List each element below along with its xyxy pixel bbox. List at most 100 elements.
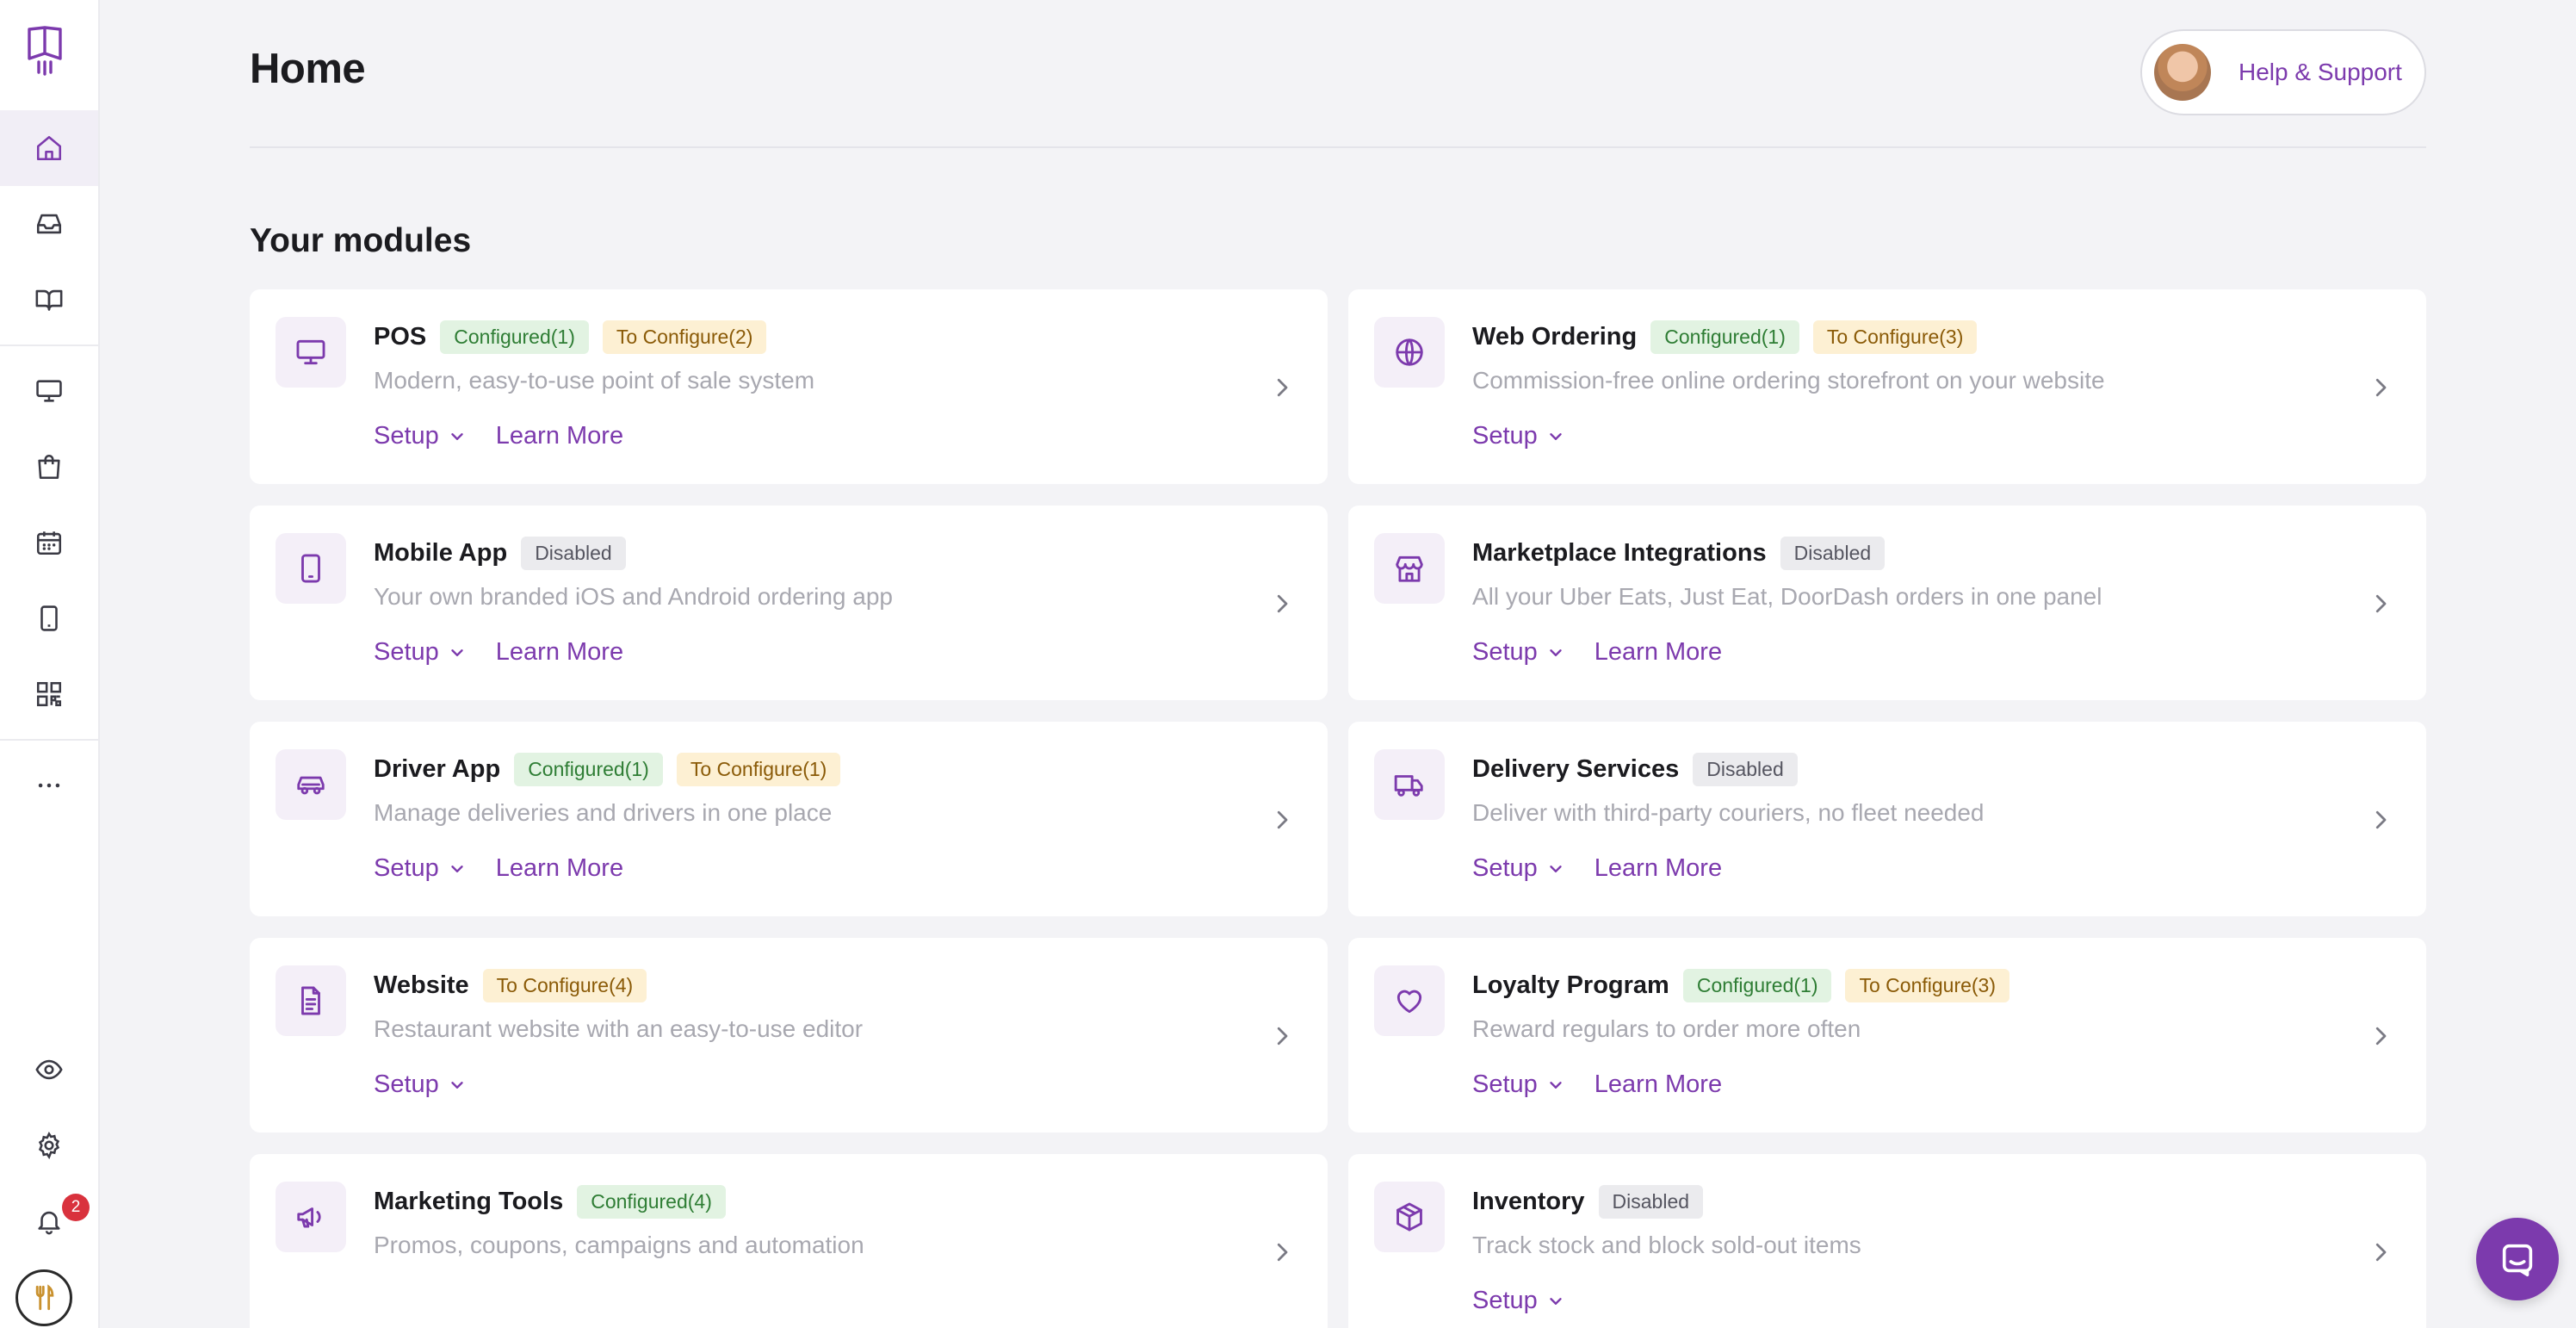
home-icon <box>36 135 62 161</box>
sidebar-item-menu[interactable] <box>0 262 98 338</box>
inbox-icon <box>36 214 62 234</box>
setup-label: Setup <box>1472 1287 1538 1314</box>
to-configure-badge: To Configure(1) <box>676 752 841 786</box>
configured-badge: Configured(1) <box>1650 320 1799 354</box>
chevron-right-icon[interactable] <box>1269 372 1295 403</box>
calendar-icon <box>36 531 62 555</box>
sidebar-item-orders[interactable] <box>0 429 98 505</box>
configured-badge: Configured(1) <box>1682 968 1832 1002</box>
truck-icon <box>1394 775 1423 797</box>
module-description: All your Uber Eats, Just Eat, DoorDash o… <box>1472 583 2102 610</box>
module-card[interactable]: Marketing Tools Configured(4) Promos, cou… <box>250 1154 1328 1328</box>
chevron-right-icon[interactable] <box>2368 372 2393 403</box>
to-configure-badge: To Configure(4) <box>482 968 647 1002</box>
help-support-label: Help & Support <box>2239 59 2402 85</box>
module-description: Modern, easy-to-use point of sale system <box>374 367 815 394</box>
module-actions: Setup Learn More <box>1472 854 1722 883</box>
setup-dropdown[interactable]: Setup <box>1472 1070 1565 1099</box>
module-card[interactable]: Driver App Configured(1) To Configure(1) M… <box>250 722 1328 916</box>
configured-badge: Configured(4) <box>577 1184 726 1219</box>
sidebar-item-preview[interactable] <box>0 1032 98 1108</box>
module-card[interactable]: Inventory Disabled Track stock and block … <box>1348 1154 2426 1328</box>
module-name: Inventory <box>1472 1187 1585 1215</box>
learn-more-link[interactable]: Learn More <box>1595 638 1722 667</box>
file-text-icon <box>301 986 320 1015</box>
setup-label: Setup <box>374 638 439 666</box>
module-card[interactable]: Mobile App Disabled Your own branded iOS … <box>250 506 1328 700</box>
sidebar-item-notifications[interactable] <box>0 1183 98 1259</box>
sidebar-item-qr[interactable] <box>0 656 98 732</box>
shopping-bag-icon <box>38 454 60 480</box>
learn-more-link[interactable]: Learn More <box>496 854 623 883</box>
module-name: Driver App <box>374 754 501 783</box>
setup-label: Setup <box>1472 854 1538 882</box>
sidebar-item-home[interactable] <box>0 110 98 186</box>
setup-dropdown[interactable]: Setup <box>1472 854 1565 883</box>
sidebar-item-pos[interactable] <box>0 353 98 429</box>
help-support-button[interactable]: Help & Support <box>2140 29 2426 115</box>
sidebar-item-settings[interactable] <box>0 1108 98 1183</box>
header-divider <box>250 146 2426 148</box>
globe-icon <box>1396 338 1423 366</box>
smartphone-icon <box>301 554 320 583</box>
learn-more-link[interactable]: Learn More <box>496 422 623 450</box>
learn-more-link[interactable]: Learn More <box>1595 854 1722 883</box>
chevron-right-icon[interactable] <box>2368 1237 2393 1268</box>
module-header: Delivery Services Disabled <box>1472 749 1811 789</box>
module-actions: Setup Learn More <box>374 638 623 667</box>
setup-dropdown[interactable]: Setup <box>1472 1287 1565 1315</box>
to-configure-badge: To Configure(3) <box>1845 968 2010 1002</box>
learn-more-link[interactable]: Learn More <box>496 638 623 667</box>
store-icon <box>1396 555 1423 582</box>
setup-label: Setup <box>1472 638 1538 666</box>
module-card[interactable]: POS Configured(1) To Configure(2) Modern, … <box>250 289 1328 484</box>
module-name: Loyalty Program <box>1472 971 1669 999</box>
chevron-right-icon[interactable] <box>2368 588 2393 619</box>
sidebar-item-reservations[interactable] <box>0 505 98 580</box>
notification-badge: 2 <box>62 1194 90 1221</box>
setup-dropdown[interactable]: Setup <box>1472 638 1565 667</box>
restaurant-avatar[interactable] <box>15 1269 72 1326</box>
chevron-right-icon[interactable] <box>2368 804 2393 835</box>
module-description: Deliver with third-party couriers, no fl… <box>1472 799 1985 826</box>
sidebar-item-more[interactable] <box>0 748 98 823</box>
more-icon <box>38 783 60 788</box>
setup-dropdown[interactable]: Setup <box>374 422 467 450</box>
module-card[interactable]: Loyalty Program Configured(1) To Configure… <box>1348 938 2426 1133</box>
chevron-down-icon <box>451 1081 463 1089</box>
sidebar-item-mobile-app[interactable] <box>0 580 98 656</box>
module-card[interactable]: Website To Configure(4) Restaurant websit… <box>250 938 1328 1133</box>
module-card[interactable]: Web Ordering Configured(1) To Configure(3)… <box>1348 289 2426 484</box>
module-header: Inventory Disabled <box>1472 1182 1717 1221</box>
module-card[interactable]: Marketplace Integrations Disabled All you… <box>1348 506 2426 700</box>
chat-button[interactable] <box>2476 1218 2559 1300</box>
setup-dropdown[interactable]: Setup <box>374 854 467 883</box>
module-header: Loyalty Program Configured(1) To Configure… <box>1472 965 2023 1005</box>
sidebar-item-inbox[interactable] <box>0 186 98 262</box>
chevron-down-icon <box>451 648 463 656</box>
chevron-right-icon[interactable] <box>1269 1021 1295 1052</box>
setup-dropdown[interactable]: Setup <box>374 638 467 667</box>
module-actions: Setup Learn More <box>374 422 623 450</box>
settings-icon <box>38 1132 60 1160</box>
chevron-right-icon[interactable] <box>1269 1237 1295 1268</box>
chevron-right-icon[interactable] <box>2368 1021 2393 1052</box>
setup-dropdown[interactable]: Setup <box>1472 422 1565 450</box>
learn-more-link[interactable]: Learn More <box>1595 1070 1722 1099</box>
disabled-badge: Disabled <box>1598 1184 1704 1219</box>
setup-label: Setup <box>1472 1070 1538 1098</box>
brand-logo-icon[interactable] <box>26 24 64 76</box>
to-configure-badge: To Configure(3) <box>1812 320 1978 354</box>
fork-knife-icon <box>35 1284 54 1311</box>
sidebar-divider <box>0 739 98 741</box>
module-actions: Setup <box>1472 1287 1565 1315</box>
book-open-icon <box>35 289 63 311</box>
module-icon-wrap <box>1374 965 1445 1036</box>
chevron-right-icon[interactable] <box>1269 588 1295 619</box>
module-card[interactable]: Delivery Services Disabled Deliver with t… <box>1348 722 2426 916</box>
setup-dropdown[interactable]: Setup <box>374 1070 467 1099</box>
module-description: Commission-free online ordering storefro… <box>1472 367 2105 394</box>
chevron-right-icon[interactable] <box>1269 804 1295 835</box>
chevron-down-icon <box>1550 865 1562 872</box>
sidebar-divider <box>0 344 98 346</box>
